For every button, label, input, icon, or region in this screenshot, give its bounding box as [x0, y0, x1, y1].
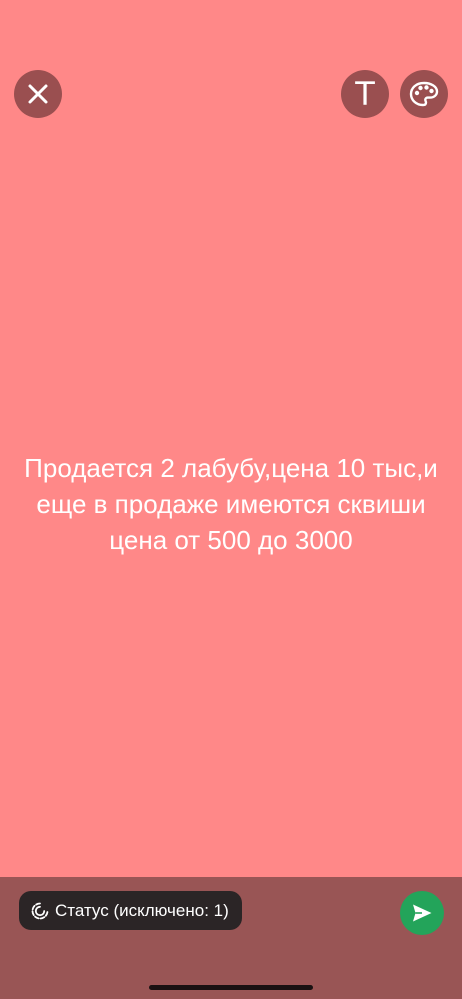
- status-ring-icon: [31, 902, 49, 920]
- send-button[interactable]: [400, 891, 444, 935]
- close-button[interactable]: [14, 70, 62, 118]
- home-indicator: [149, 985, 313, 990]
- send-icon: [413, 904, 432, 922]
- text-style-button[interactable]: T: [341, 70, 389, 118]
- status-privacy-label: Статус (исключено: 1): [55, 900, 229, 920]
- status-text[interactable]: Продается 2 лабубу,цена 10 тыс,и еще в п…: [20, 450, 442, 558]
- close-icon: [28, 84, 48, 104]
- color-palette-button[interactable]: [400, 70, 448, 118]
- composer-bar: Статус (исключено: 1): [0, 877, 462, 999]
- text-icon: T: [355, 75, 375, 113]
- palette-icon: [409, 81, 439, 107]
- status-privacy-button[interactable]: Статус (исключено: 1): [19, 891, 242, 930]
